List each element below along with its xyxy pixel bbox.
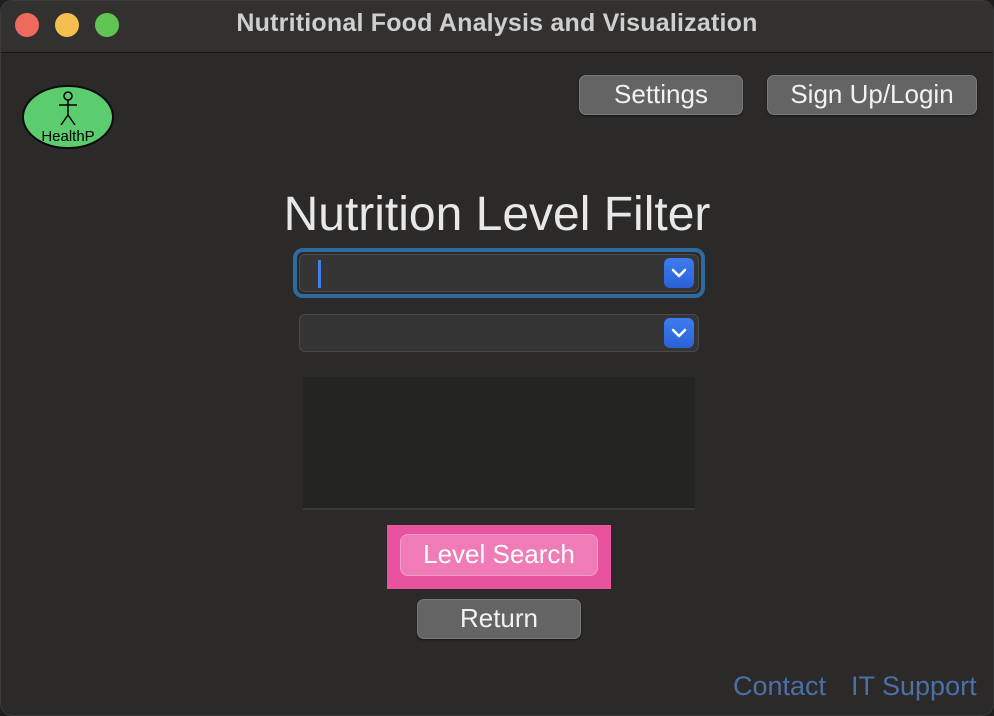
chevron-down-icon[interactable] bbox=[664, 318, 694, 348]
healthp-logo: HealthP bbox=[22, 85, 114, 149]
logo-text: HealthP bbox=[41, 128, 94, 145]
app-window: Nutritional Food Analysis and Visualizat… bbox=[0, 0, 994, 716]
level-search-button[interactable]: Level Search bbox=[400, 534, 598, 576]
chevron-down-icon[interactable] bbox=[664, 258, 694, 288]
level-dropdown[interactable] bbox=[299, 314, 699, 352]
results-text-area[interactable] bbox=[303, 377, 695, 510]
page-title: Nutrition Level Filter bbox=[283, 188, 711, 241]
window-title: Nutritional Food Analysis and Visualizat… bbox=[236, 9, 758, 37]
text-caret bbox=[318, 260, 321, 288]
nutrient-dropdown[interactable] bbox=[299, 254, 699, 292]
title-bar: Nutritional Food Analysis and Visualizat… bbox=[1, 1, 993, 53]
it-support-link[interactable]: IT Support bbox=[851, 669, 977, 703]
return-button[interactable]: Return bbox=[417, 599, 581, 639]
contact-link[interactable]: Contact bbox=[733, 669, 826, 703]
signup-login-button[interactable]: Sign Up/Login bbox=[767, 75, 977, 115]
settings-button[interactable]: Settings bbox=[579, 75, 743, 115]
